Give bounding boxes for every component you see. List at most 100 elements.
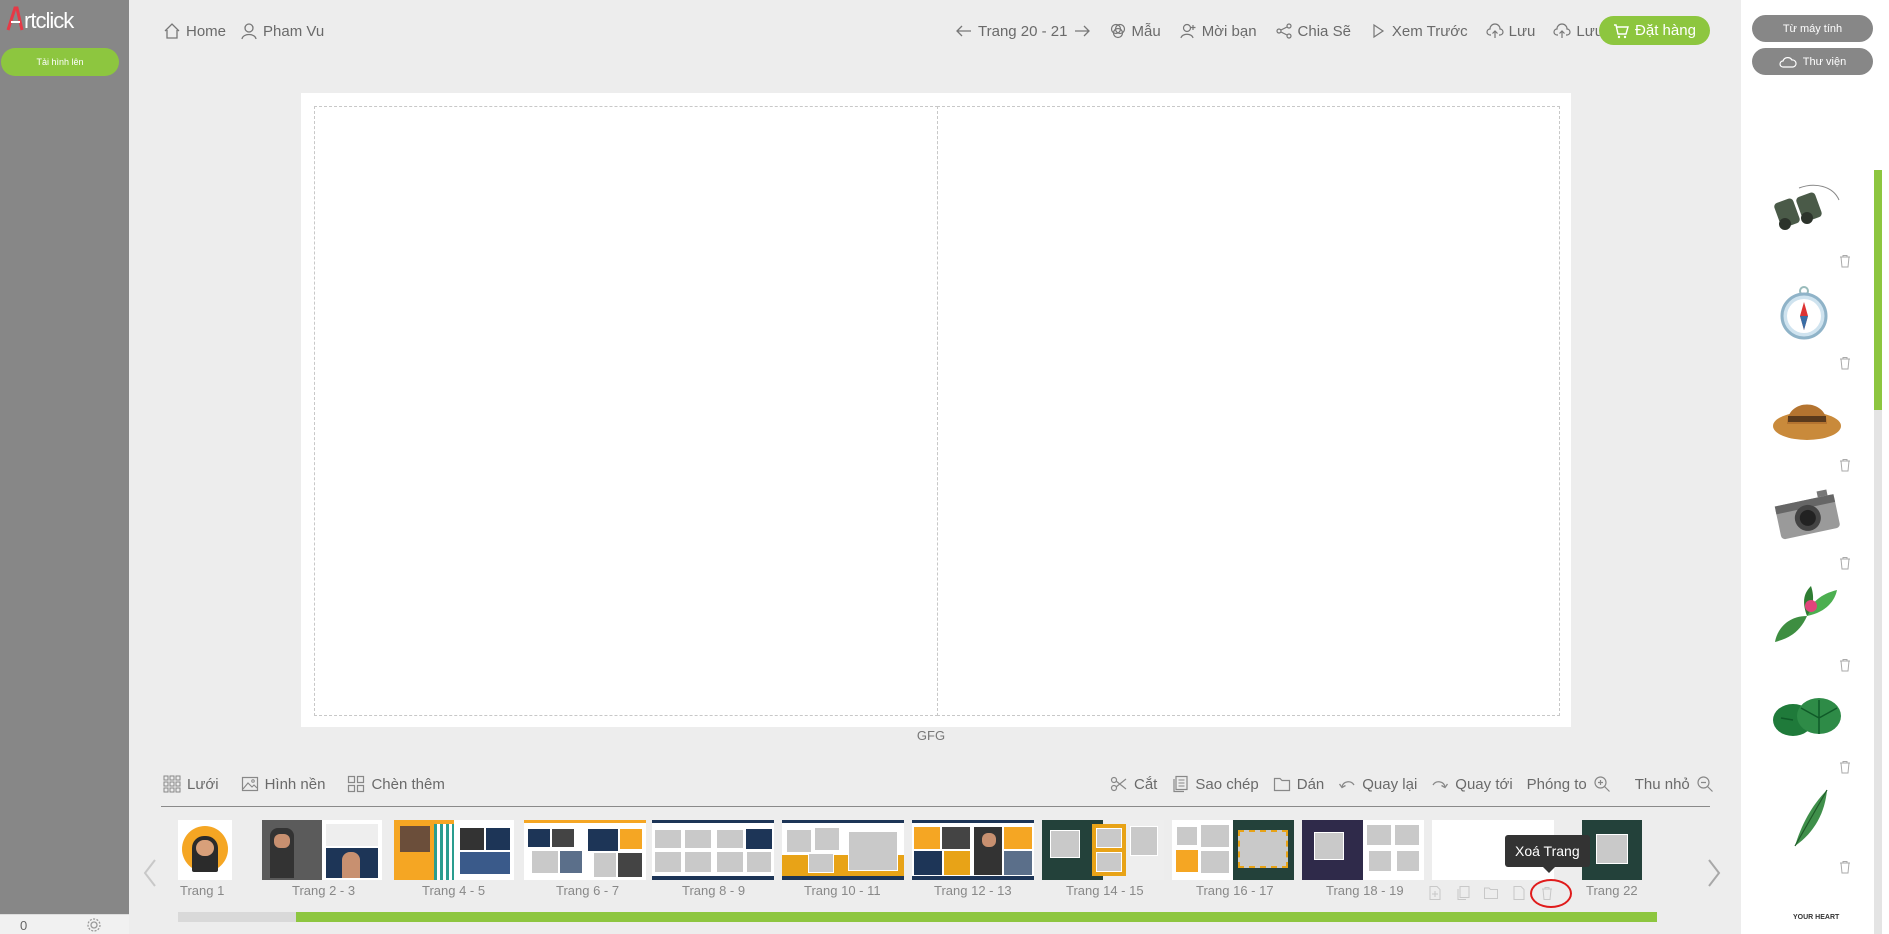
logo-mark-icon [6, 6, 24, 32]
preview-button[interactable]: Xem Trước [1369, 22, 1468, 40]
sticker-hat[interactable] [1771, 386, 1843, 446]
order-button[interactable]: Đặt hàng [1599, 16, 1710, 45]
zoom-in-icon [1594, 776, 1610, 792]
folder-icon[interactable] [1483, 885, 1499, 901]
page-nav-label: Trang 20 - 21 [978, 22, 1068, 40]
delete-page-highlight [1530, 879, 1572, 908]
thumbnail-label: Trang 18 - 19 [1326, 883, 1404, 898]
grid-button[interactable]: Lưới [163, 775, 219, 793]
thumbnail-image [652, 820, 774, 880]
sticker-binoculars[interactable] [1771, 178, 1843, 238]
right-panel-scrollbar[interactable] [1874, 170, 1882, 934]
paste-label: Dán [1296, 775, 1325, 793]
add-page-icon[interactable] [1427, 885, 1443, 901]
cloud-upload-icon [1486, 23, 1504, 38]
trash-icon[interactable] [1839, 458, 1851, 472]
logo-text: rtclick [24, 8, 74, 33]
sticker-camera[interactable] [1771, 484, 1843, 544]
thumbnail-label: Trang 10 - 11 [804, 883, 881, 898]
upload-icon [1553, 23, 1571, 38]
library-button[interactable]: Thư viện [1752, 48, 1873, 75]
thumbnail-image [1302, 820, 1424, 880]
thumbnail-image [394, 820, 514, 880]
thumbnail-label: Trang 16 - 17 [1196, 883, 1274, 898]
cart-icon [1614, 23, 1629, 38]
insert-button[interactable]: Chèn thêm [347, 775, 445, 793]
undo-icon [1339, 781, 1355, 789]
layout-icon [348, 775, 365, 793]
sticker-monstera-leaves[interactable] [1771, 688, 1843, 748]
from-computer-button[interactable]: Từ máy tính [1752, 15, 1873, 42]
paste-button[interactable]: Dán [1273, 775, 1325, 793]
background-button[interactable]: Hình nền [241, 775, 326, 793]
trash-icon[interactable] [1839, 356, 1851, 370]
save-cloud-button[interactable]: Lưu [1486, 22, 1535, 40]
thumbnail-label: Trang 1 [180, 883, 225, 898]
cut-button[interactable]: Cắt [1110, 775, 1157, 793]
top-nav-right: Trang 20 - 21 Mẫu Mời bạn Chia Sẽ Xem Tr… [955, 18, 1603, 44]
left-sidebar: rtclick Tải hình lên 0 [0, 0, 129, 934]
save-button[interactable]: Lưu [1553, 22, 1603, 40]
arrow-left-icon[interactable] [955, 22, 973, 40]
sticker-leaves-flower[interactable] [1771, 586, 1843, 646]
from-computer-label: Từ máy tính [1782, 22, 1843, 35]
hat-icon [1773, 404, 1841, 440]
blank-page-icon[interactable] [1511, 885, 1527, 901]
sticker-palm-leaf[interactable] [1771, 788, 1843, 848]
template-button[interactable]: Mẫu [1109, 22, 1161, 40]
binoculars-icon [1774, 184, 1840, 230]
redo-label: Quay tới [1455, 775, 1513, 793]
sticker-compass[interactable] [1771, 282, 1843, 342]
undo-button[interactable]: Quay lại [1338, 775, 1417, 793]
grid-icon [163, 775, 181, 793]
zoom-out-button[interactable]: Thu nhỏ [1635, 775, 1714, 793]
right-panel-scrollbar-thumb[interactable] [1874, 170, 1882, 410]
strip-scrollbar[interactable] [178, 912, 1657, 922]
user-icon [241, 23, 257, 40]
trash-icon[interactable] [1839, 254, 1851, 268]
page-left[interactable] [314, 106, 938, 716]
page-navigator: Trang 20 - 21 [955, 22, 1091, 40]
image-icon [241, 776, 258, 792]
album-canvas[interactable] [301, 93, 1571, 727]
thumbnail-image [1582, 820, 1642, 880]
thumbnail-label: Trang 6 - 7 [556, 883, 620, 898]
zoom-out-icon [1697, 776, 1713, 792]
trash-icon[interactable] [1839, 860, 1851, 874]
top-nav-left: Home Pham Vu [163, 18, 324, 44]
preview-label: Xem Trước [1391, 22, 1468, 40]
background-label: Hình nền [264, 775, 326, 793]
template-label: Mẫu [1131, 22, 1161, 40]
copy-button[interactable]: Sao chép [1171, 775, 1259, 793]
thumbnail-image [262, 820, 382, 880]
invite-label: Mời bạn [1201, 22, 1257, 40]
strip-scrollbar-thumb[interactable] [296, 912, 1657, 922]
thumbnail-label: Trang 8 - 9 [682, 883, 746, 898]
sticker-text-preview[interactable]: YOUR HEART [1793, 914, 1839, 921]
share-icon [1275, 23, 1292, 39]
upload-image-button[interactable]: Tải hình lên [1, 48, 119, 76]
zoom-in-button[interactable]: Phóng to [1527, 775, 1611, 793]
copy-label: Sao chép [1195, 775, 1259, 793]
toolbar-divider [161, 806, 1710, 807]
page-right[interactable] [937, 106, 1560, 716]
trash-icon[interactable] [1839, 556, 1851, 570]
trash-icon[interactable] [1839, 760, 1851, 774]
redo-button[interactable]: Quay tới [1431, 775, 1513, 793]
gear-icon[interactable] [86, 917, 102, 933]
user-profile[interactable]: Pham Vu [240, 22, 324, 40]
home-link[interactable]: Home [163, 22, 226, 40]
duplicate-page-icon[interactable] [1455, 885, 1471, 901]
cloud-icon [1779, 56, 1797, 68]
order-label: Đặt hàng [1635, 22, 1696, 39]
redo-icon [1432, 781, 1449, 789]
share-button[interactable]: Chia Sẽ [1275, 22, 1351, 40]
arrow-right-icon[interactable] [1073, 22, 1091, 40]
trash-icon[interactable] [1839, 658, 1851, 672]
copy-icon [1173, 775, 1188, 793]
bottom-tools-right: Cắt Sao chép Dán Quay lại Quay tới Phóng… [1110, 772, 1714, 796]
chevron-right-icon[interactable] [1706, 858, 1722, 888]
add-user-icon [1180, 23, 1196, 39]
library-label: Thư viện [1802, 55, 1847, 68]
invite-button[interactable]: Mời bạn [1179, 22, 1257, 40]
